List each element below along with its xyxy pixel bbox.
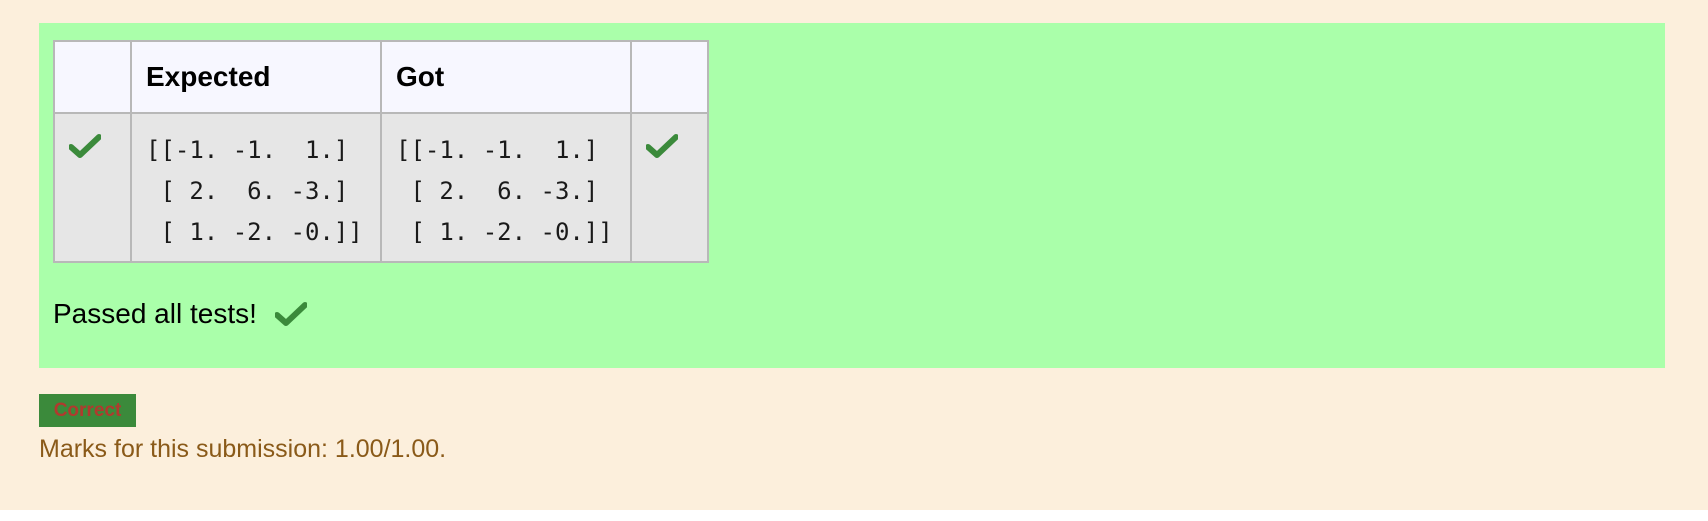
got-output-cell: [[-1. -1. 1.] [ 2. 6. -3.] [ 1. -2. -0.]… [380,112,632,263]
got-output: [[-1. -1. 1.] [ 2. 6. -3.] [ 1. -2. -0.]… [396,136,613,246]
passed-text: Passed all tests! [53,298,257,329]
check-icon [646,134,678,158]
header-status-cell [53,40,132,114]
header-got: Got [380,40,632,114]
expected-output-cell: [[-1. -1. 1.] [ 2. 6. -3.] [ 1. -2. -0.]… [130,112,382,263]
marks-text: Marks for this submission: 1.00/1.00. [39,435,447,463]
check-icon [274,302,307,326]
table-header-row: Expected Got [53,40,709,114]
correct-badge: Correct [39,394,136,427]
test-results-table: Expected Got [[-1. -1. 1.] [ 2. 6. -3.] … [53,40,709,263]
row-result-cell [630,112,709,263]
header-expected: Expected [130,40,382,114]
row-status-cell [53,112,132,263]
question-feedback-panel: Expected Got [[-1. -1. 1.] [ 2. 6. -3.] … [0,0,1708,510]
expected-output: [[-1. -1. 1.] [ 2. 6. -3.] [ 1. -2. -0.]… [146,136,363,246]
passed-all-tests-message: Passed all tests! [53,298,307,330]
check-icon [69,134,101,158]
table-row: [[-1. -1. 1.] [ 2. 6. -3.] [ 1. -2. -0.]… [53,112,709,263]
header-result-cell [630,40,709,114]
test-results-box: Expected Got [[-1. -1. 1.] [ 2. 6. -3.] … [39,23,1665,368]
